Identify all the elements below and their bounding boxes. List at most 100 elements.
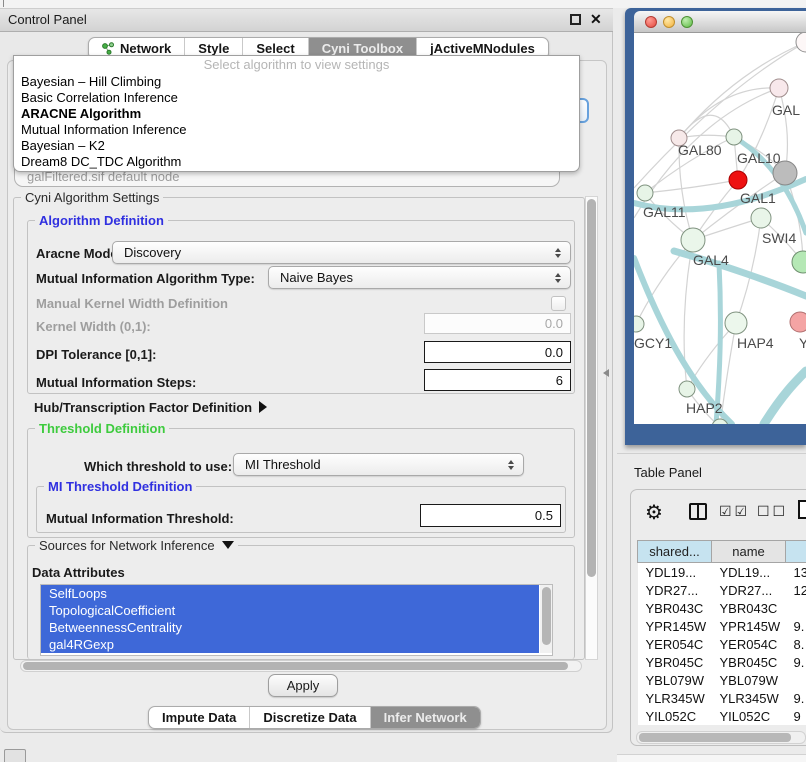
table-row[interactable]: YLR345WYLR345W9. [638, 689, 806, 707]
node-circle[interactable] [679, 381, 695, 397]
algorithm-item[interactable]: Mutual Information Inference [14, 122, 579, 138]
network-window-titlebar[interactable] [634, 11, 806, 33]
mi-type-label: Mutual Information Algorithm Type: [36, 271, 255, 286]
network-canvas[interactable]: GALGAL80GAL10GAL1GAL11SWI4GAL4GCY1HAP4YH… [634, 33, 806, 424]
table-cell: YLR345W [638, 689, 712, 707]
aracne-mode-label: Aracne Mode: [36, 246, 122, 261]
table-panel-window: ⚙ ☑☑ ☐☐ shared...nameA YDL19...YDL19...1… [630, 489, 806, 746]
node-circle[interactable] [726, 129, 742, 145]
tab-label: Impute Data [162, 710, 236, 725]
table-row[interactable]: YBR043CYBR043C [638, 599, 806, 617]
table-row[interactable]: YBL079WYBL079W [638, 671, 806, 689]
table-row[interactable]: YDR27...YDR27...12 [638, 581, 806, 599]
zoom-traffic-light[interactable] [681, 16, 693, 28]
table-column-header[interactable]: name [712, 541, 786, 563]
table-cell: YBL079W [712, 671, 786, 689]
node-circle[interactable] [725, 312, 747, 334]
gear-icon[interactable]: ⚙ [645, 500, 663, 525]
apply-button[interactable]: Apply [268, 674, 338, 697]
node-label: GAL [772, 102, 800, 118]
bottom-tabbar: Impute Data Discretize Data Infer Network [148, 706, 481, 729]
table-hscroll-thumb[interactable] [639, 733, 791, 742]
dpi-tolerance-value: 0.0 [545, 345, 563, 360]
attribute-item[interactable]: TopologicalCoefficient [41, 602, 539, 619]
mi-type-select[interactable]: Naive Bayes [268, 266, 571, 289]
table-row[interactable]: YER054CYER054C8. [638, 635, 806, 653]
attributes-scrollbar-thumb[interactable] [542, 587, 551, 645]
table-cell: 13 [786, 563, 806, 582]
algorithm-item[interactable]: Bayesian – Hill Climbing [14, 74, 579, 90]
table-column-header[interactable]: shared... [638, 541, 712, 563]
algorithm-item[interactable]: ARACNE Algorithm [14, 106, 579, 122]
apply-button-label: Apply [287, 678, 320, 693]
mi-threshold-field[interactable]: 0.5 [420, 504, 561, 527]
bottom-tab-discretize-data[interactable]: Discretize Data [249, 707, 369, 728]
minimize-traffic-light[interactable] [663, 16, 675, 28]
attribute-item[interactable]: SelfLoops [41, 585, 539, 602]
table-cell: YER054C [638, 635, 712, 653]
table-header-row[interactable]: shared...nameA [638, 541, 806, 563]
algorithm-item[interactable]: Bayesian – K2 [14, 138, 579, 154]
table-column-header[interactable]: A [786, 541, 806, 563]
manual-kernel-label: Manual Kernel Width Definition [36, 296, 228, 311]
bottom-tab-impute-data[interactable]: Impute Data [149, 707, 249, 728]
table-body: YDL19...YDL19...13YDR27...YDR27...12YBR0… [638, 563, 806, 726]
control-panel-header [0, 8, 613, 32]
table-toolbar: ⚙ ☑☑ ☐☐ [631, 500, 806, 530]
node-circle[interactable] [770, 79, 788, 97]
aracne-mode-select[interactable]: Discovery [112, 241, 571, 264]
expander-right-icon [259, 401, 267, 413]
sources-group-title[interactable]: Sources for Network Inference [35, 538, 238, 553]
mi-steps-label: Mutual Information Steps: [36, 375, 196, 390]
new-table-icon[interactable] [798, 500, 806, 519]
select-all-checkboxes-icon[interactable]: ☑☑ [719, 503, 750, 520]
close-icon[interactable]: ✕ [590, 11, 602, 28]
corner-tick [3, 0, 4, 7]
algorithm-item[interactable]: Dream8 DC_TDC Algorithm [14, 154, 579, 170]
node-circle[interactable] [790, 312, 806, 332]
bottom-tab-infer-network[interactable]: Infer Network [370, 707, 480, 728]
table-cell: 12 [786, 581, 806, 599]
dock-mini-button[interactable] [4, 749, 26, 762]
close-traffic-light[interactable] [645, 16, 657, 28]
node-circle[interactable] [751, 208, 771, 228]
table-row[interactable]: YPR145WYPR145W9. [638, 617, 806, 635]
table-row[interactable]: YIL052CYIL052C9 [638, 707, 806, 725]
table-cell: YIL052C [638, 707, 712, 725]
attribute-item[interactable]: gal4RGexp [41, 636, 539, 653]
mi-steps-field[interactable]: 6 [424, 369, 571, 391]
data-attributes-list[interactable]: SelfLoopsTopologicalCoefficientBetweenne… [40, 584, 553, 656]
combo-arrows-icon [552, 248, 564, 258]
deselect-all-checkboxes-icon[interactable]: ☐☐ [757, 503, 788, 520]
table-cell: 9 [786, 707, 806, 725]
node-label: HAP4 [737, 335, 774, 351]
table-row[interactable]: YDL19...YDL19...13 [638, 563, 806, 582]
kernel-width-field: 0.0 [424, 313, 571, 334]
node-circle[interactable] [796, 33, 806, 52]
network-view-window[interactable]: GALGAL80GAL10GAL1GAL11SWI4GAL4GCY1HAP4YH… [625, 8, 806, 445]
settings-hscroll-thumb[interactable] [23, 662, 568, 670]
node-circle[interactable] [634, 316, 644, 332]
manual-kernel-checkbox[interactable] [551, 296, 566, 311]
attribute-item[interactable]: BetweennessCentrality [41, 619, 539, 636]
node-circle[interactable] [637, 185, 653, 201]
which-threshold-select[interactable]: MI Threshold [233, 453, 524, 476]
tab-label: Infer Network [384, 710, 467, 725]
settings-vscroll-thumb[interactable] [587, 199, 596, 577]
node-circle[interactable] [681, 228, 705, 252]
splitpane-collapse-arrow[interactable] [603, 369, 609, 377]
attributes-scrollbar[interactable] [540, 585, 552, 653]
table-cell: 9. [786, 689, 806, 707]
columns-icon[interactable] [689, 503, 707, 520]
dpi-tolerance-field[interactable]: 0.0 [424, 341, 571, 363]
table-row[interactable]: YBR045CYBR045C9. [638, 653, 806, 671]
hub-definition-expander[interactable]: Hub/Transcription Factor Definition [34, 400, 267, 415]
node-circle[interactable] [729, 171, 747, 189]
table-horizontal-scrollbar[interactable] [636, 731, 806, 744]
settings-vertical-scrollbar[interactable] [585, 196, 598, 660]
settings-horizontal-scrollbar[interactable] [20, 660, 582, 672]
node-circle[interactable] [792, 251, 806, 273]
float-window-icon[interactable] [570, 14, 581, 25]
node-table[interactable]: shared...nameA YDL19...YDL19...13YDR27..… [637, 540, 806, 725]
algorithm-item[interactable]: Basic Correlation Inference [14, 90, 579, 106]
